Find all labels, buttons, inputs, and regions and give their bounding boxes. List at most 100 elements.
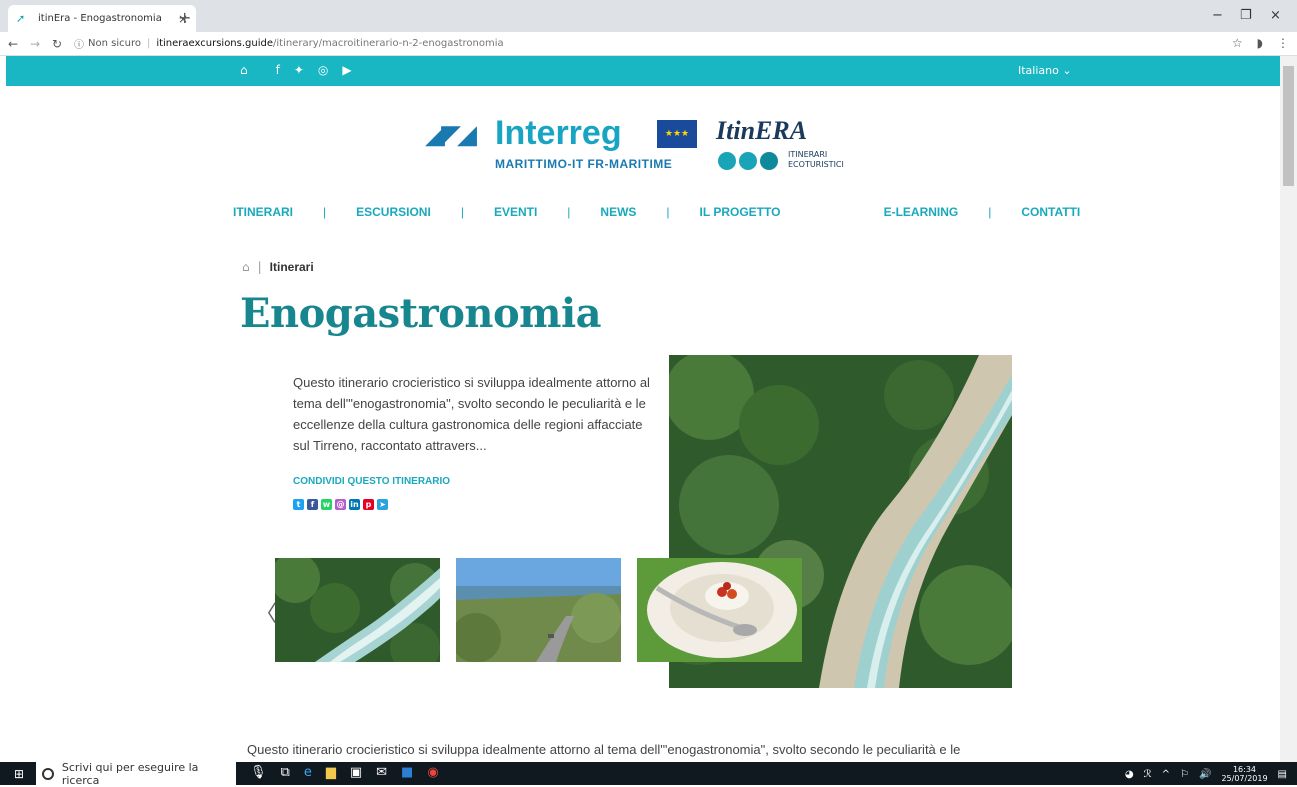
tab-title: itinEra - Enogastronomia	[38, 13, 162, 24]
browser-tab[interactable]: ➚ itinEra - Enogastronomia ×	[8, 5, 196, 32]
nav-divider: |	[460, 205, 464, 219]
url-separator: |	[146, 38, 151, 49]
show-hidden-icons[interactable]: ^	[1162, 769, 1170, 780]
chrome-icon[interactable]: ◉	[427, 765, 438, 780]
taskbar-clock[interactable]: 16:34 25/07/2019	[1221, 765, 1267, 783]
url-host: itineraexcursions.guide	[156, 38, 273, 49]
nav-item-escursioni[interactable]: ESCURSIONI	[356, 205, 431, 219]
share-icons: t f w @ in p ➤	[293, 499, 388, 510]
window-close-button[interactable]: ×	[1270, 8, 1281, 23]
network-icon[interactable]: ⚐	[1180, 769, 1189, 780]
facebook-icon[interactable]: f	[276, 63, 280, 77]
badge-icon	[760, 152, 778, 170]
itinera-subtitle-line: ITINERARI	[788, 150, 828, 159]
nav-divider: |	[988, 205, 992, 219]
task-view-icon[interactable]: ⧉	[281, 765, 290, 780]
telegram-icon[interactable]: ➤	[377, 499, 388, 510]
new-tab-button[interactable]: +	[178, 8, 191, 27]
itinerary-description: Questo itinerario crocieristico si svilu…	[247, 742, 961, 757]
itinera-badges	[718, 152, 778, 170]
nav-item-news[interactable]: NEWS	[600, 205, 636, 219]
windows-start-icon[interactable]: ⊞	[14, 767, 24, 781]
twitter-icon[interactable]: ✦	[294, 63, 304, 77]
taskbar-search[interactable]: Scrivi qui per eseguire la ricerca	[36, 760, 236, 787]
share-label: CONDIVIDI QUESTO ITINERARIO	[293, 476, 451, 487]
profile-icon[interactable]: ◗	[1257, 36, 1263, 50]
taskbar-search-placeholder: Scrivi qui per eseguire la ricerca	[61, 760, 199, 787]
breadcrumb-current[interactable]: Itinerari	[270, 260, 314, 274]
file-explorer-icon[interactable]: ▆	[326, 765, 336, 780]
reload-icon[interactable]: ↻	[48, 37, 66, 51]
nav-item-il-progetto[interactable]: IL PROGETTO	[700, 205, 781, 219]
store-icon[interactable]: ▣	[350, 765, 362, 780]
breadcrumb-separator: |	[257, 260, 262, 274]
main-nav: ITINERARI | ESCURSIONI | EVENTI | NEWS |…	[233, 205, 1093, 219]
carousel-thumb-river[interactable]	[275, 558, 440, 662]
itinerary-intro: Questo itinerario crocieristico si svilu…	[293, 375, 650, 453]
social-links: ⌂ f ✦ ◎ ▶	[240, 63, 352, 77]
microphone-icon[interactable]: 🎙	[250, 765, 267, 780]
site-topbar: ⌂ f ✦ ◎ ▶ Italiano ⌄	[6, 56, 1280, 86]
itinera-subtitle-line: ECOTURISTICI	[788, 160, 844, 169]
twitter-icon[interactable]: t	[293, 499, 304, 510]
home-icon[interactable]: ⌂	[240, 63, 248, 77]
site-favicon-icon: ➚	[16, 11, 26, 25]
home-icon[interactable]: ⌂	[242, 260, 250, 274]
youtube-icon[interactable]: ▶	[342, 63, 351, 77]
browser-actions: ☆ ◗ ⋮	[1232, 36, 1289, 50]
interreg-wordmark: Interreg	[495, 114, 622, 152]
nav-divider: |	[666, 205, 670, 219]
facebook-icon[interactable]: f	[307, 499, 318, 510]
linkedin-icon[interactable]: in	[349, 499, 360, 510]
scrollbar-thumb[interactable]	[1283, 66, 1294, 186]
address-bar: ← → ↻ ⓘ Non sicuro | itineraexcursions.g…	[0, 32, 1297, 56]
app-icon[interactable]: ■	[401, 765, 413, 780]
breadcrumb: ⌂ | Itinerari	[242, 260, 314, 274]
thumb-road-image	[456, 558, 621, 662]
email-icon[interactable]: @	[335, 499, 346, 510]
minimize-button[interactable]: −	[1212, 8, 1223, 23]
taskbar-apps: 🎙 ⧉ e ▆ ▣ ✉ ■ ◉	[250, 765, 439, 780]
back-icon[interactable]: ←	[4, 37, 22, 51]
url-field[interactable]: ⓘ Non sicuro | itineraexcursions.guide /…	[74, 34, 1217, 54]
restore-button[interactable]: ❐	[1240, 8, 1252, 23]
itinera-subtitle: ITINERARI ECOTURISTICI	[788, 150, 844, 170]
clock-date: 25/07/2019	[1221, 774, 1268, 783]
itinera-logo[interactable]: ItinERA ITINERARI ECOTURISTICI	[716, 114, 876, 174]
nav-item-contatti[interactable]: CONTATTI	[1021, 205, 1080, 219]
edge-icon[interactable]: e	[304, 765, 312, 780]
browser-tab-strip: ➚ itinEra - Enogastronomia × + − ❐ ×	[0, 0, 1297, 32]
carousel-thumb-dish[interactable]	[637, 558, 802, 662]
instagram-icon[interactable]: ◎	[318, 63, 328, 77]
pinterest-icon[interactable]: p	[363, 499, 374, 510]
language-selector[interactable]: Italiano ⌄	[1018, 64, 1072, 77]
page-scrollbar[interactable]	[1280, 56, 1297, 762]
nav-item-eventi[interactable]: EVENTI	[494, 205, 537, 219]
carousel-prev-button[interactable]: 〈	[255, 596, 277, 628]
thumb-dish-image	[637, 558, 802, 662]
badge-icon	[739, 152, 757, 170]
nav-item-e-learning[interactable]: E-LEARNING	[884, 205, 959, 219]
whatsapp-icon[interactable]: w	[321, 499, 332, 510]
clock-time: 16:34	[1232, 765, 1257, 774]
carousel-thumb-road[interactable]	[456, 558, 621, 662]
mail-icon[interactable]: ✉	[376, 765, 387, 780]
url-path: /itinerary/macroitinerario-n-2-enogastro…	[273, 38, 504, 49]
menu-icon[interactable]: ⋮	[1277, 36, 1289, 50]
bookmark-star-icon[interactable]: ☆	[1232, 36, 1243, 50]
nav-divider: |	[567, 205, 571, 219]
badge-icon	[718, 152, 736, 170]
interreg-logo[interactable]: ◢◤◢ Interreg ★★★ MARITTIMO-IT FR-MARITIM…	[425, 114, 715, 174]
page-title: Enogastronomia	[240, 290, 602, 337]
thumb-river-image	[275, 558, 440, 662]
info-icon[interactable]: ⓘ	[74, 36, 84, 51]
nav-item-itinerari[interactable]: ITINERARI	[233, 205, 293, 219]
volume-icon[interactable]: 🔊	[1199, 769, 1211, 780]
notifications-icon[interactable]: ▤	[1278, 769, 1287, 780]
help-icon[interactable]: ◕	[1125, 769, 1134, 780]
itinera-wordmark: ItinERA	[716, 116, 808, 145]
forward-icon[interactable]: →	[26, 37, 44, 51]
security-label: Non sicuro	[88, 38, 141, 49]
people-icon[interactable]: ℛ	[1144, 769, 1152, 780]
system-tray: ◕ ℛ ^ ⚐ 🔊 16:34 25/07/2019 ▤	[1125, 765, 1287, 783]
